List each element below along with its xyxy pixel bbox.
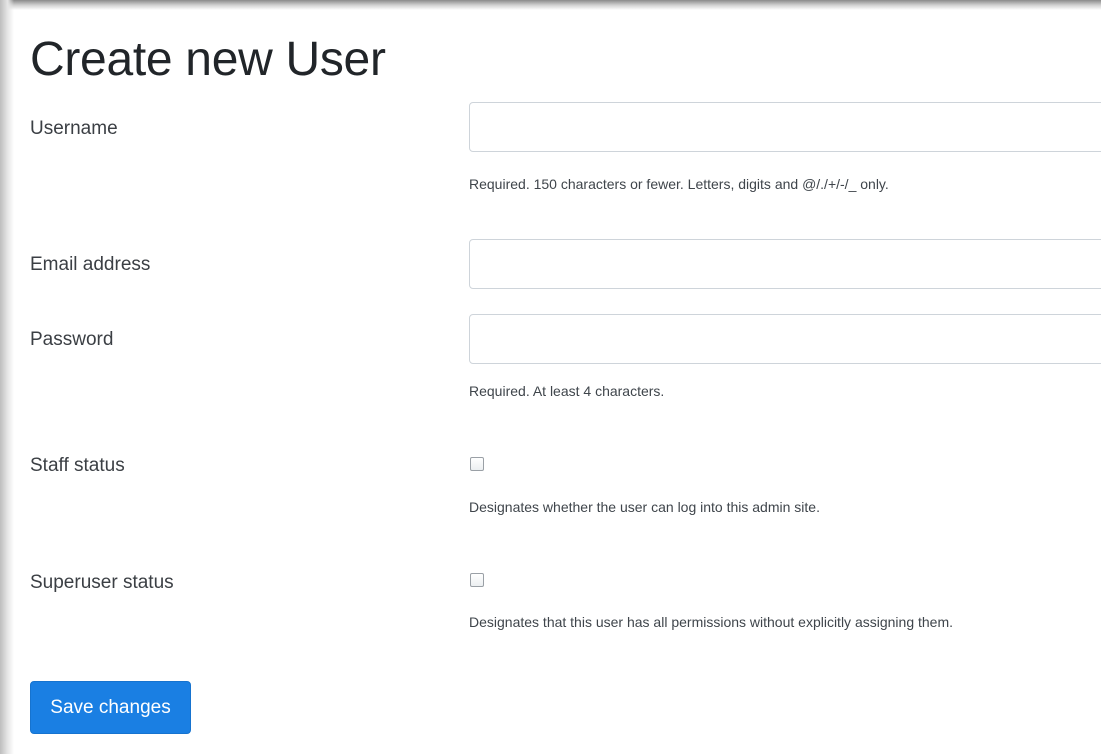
page-title: Create new User [30, 33, 386, 86]
username-label: Username [30, 118, 118, 139]
superuser-status-checkbox[interactable] [470, 573, 484, 587]
window-shadow-left [0, 0, 14, 754]
email-label: Email address [30, 254, 151, 275]
staff-status-label: Staff status [30, 455, 125, 476]
create-user-page: Create new User Username Required. 150 c… [14, 10, 1101, 754]
password-input[interactable] [469, 314, 1101, 364]
superuser-status-label: Superuser status [30, 572, 174, 593]
email-input[interactable] [469, 239, 1101, 289]
password-label: Password [30, 329, 114, 350]
password-help-text: Required. At least 4 characters. [469, 383, 665, 399]
save-changes-button[interactable]: Save changes [30, 681, 191, 734]
superuser-status-help-text: Designates that this user has all permis… [469, 614, 954, 630]
staff-status-help-text: Designates whether the user can log into… [469, 499, 820, 515]
username-input[interactable] [469, 102, 1101, 152]
username-help-text: Required. 150 characters or fewer. Lette… [469, 176, 889, 192]
staff-status-checkbox[interactable] [470, 457, 484, 471]
window-shadow-top [0, 0, 1101, 10]
